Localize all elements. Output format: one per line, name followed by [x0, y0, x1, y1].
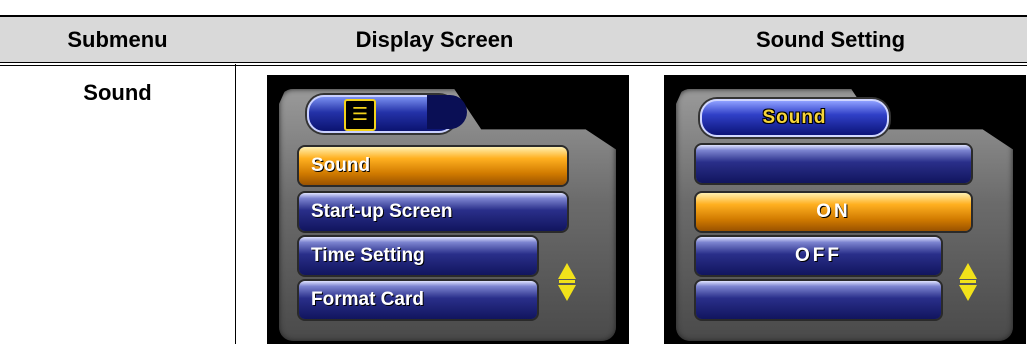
sound-option-label: OFF — [795, 245, 842, 266]
up-down-arrows-icon[interactable] — [558, 263, 576, 303]
submenu-cell: Sound — [83, 80, 152, 105]
menu-item-format-card[interactable]: Format Card — [299, 281, 537, 319]
menu-item-time-setting[interactable]: Time Setting — [299, 237, 537, 275]
sound-setting-image: Sound ON OFF — [664, 75, 1026, 344]
sound-title-pill: Sound — [700, 99, 889, 137]
menu-item-startup-screen[interactable]: Start-up Screen — [299, 193, 567, 231]
menu-list-icon: ☰ — [344, 99, 376, 131]
sound-title: Sound — [762, 107, 827, 128]
menu-item-label: Format Card — [311, 289, 424, 310]
header-submenu: Submenu — [67, 26, 168, 52]
header-display-screen: Display Screen — [355, 26, 514, 52]
sound-option-on[interactable]: ON — [696, 193, 971, 231]
menu-header-pill-end — [427, 95, 467, 129]
settings-table: Submenu Display Screen Sound Setting Sou… — [0, 0, 1027, 344]
sound-option-blank-bottom[interactable] — [696, 281, 941, 319]
sound-option-off[interactable]: OFF — [696, 237, 941, 275]
column-divider-1 — [235, 64, 236, 344]
menu-item-label: Time Setting — [311, 245, 425, 266]
sound-option-label: ON — [816, 201, 851, 222]
header-sound-setting: Sound Setting — [755, 26, 906, 52]
sound-option-blank-top[interactable] — [696, 145, 971, 183]
menu-item-label: Sound — [311, 155, 371, 176]
menu-item-sound[interactable]: Sound — [299, 147, 567, 185]
menu-item-label: Start-up Screen — [311, 201, 453, 222]
table-header-border-2 — [0, 65, 1027, 66]
display-screen-image: ☰ Sound Start-up Screen Time Setting For… — [267, 75, 629, 344]
table-header-border-1 — [0, 62, 1027, 63]
up-down-arrows-icon[interactable] — [959, 263, 977, 303]
